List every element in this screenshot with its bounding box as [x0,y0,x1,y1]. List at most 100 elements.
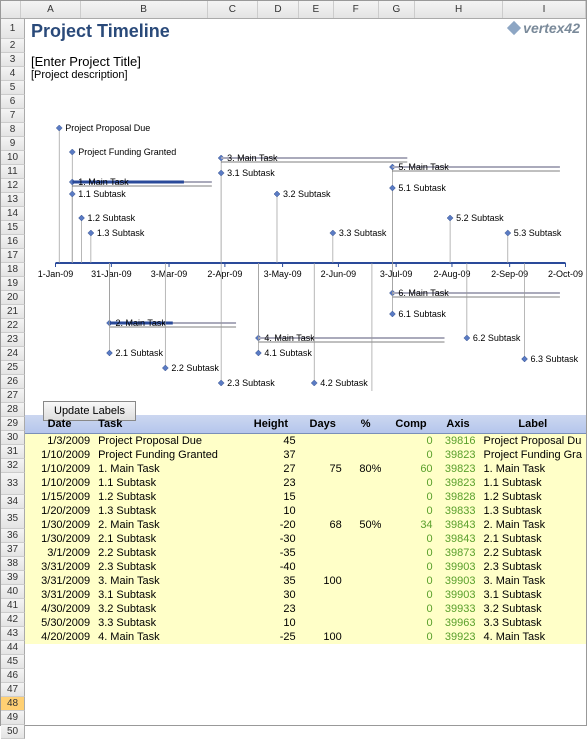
table-header[interactable]: Task [94,415,242,433]
row-header[interactable]: 32 [1,459,25,473]
row-header[interactable]: 13 [1,193,25,207]
svg-text:5. Main Task: 5. Main Task [398,162,449,172]
table-row[interactable]: 4/30/20093.2 Subtask230399333.2 Subtask [25,602,586,616]
svg-text:5.2 Subtask: 5.2 Subtask [456,213,504,223]
column-header[interactable]: I [503,1,586,18]
row-header[interactable]: 28 [1,403,25,417]
table-row[interactable]: 3/31/20093. Main Task351000399033. Main … [25,574,586,588]
row-header[interactable]: 42 [1,613,25,627]
row-header[interactable]: 40 [1,585,25,599]
row-header[interactable]: 7 [1,109,25,123]
row-header[interactable]: 16 [1,235,25,249]
svg-text:2-Apr-09: 2-Apr-09 [207,269,242,279]
row-header[interactable]: 30 [1,431,25,445]
row-header[interactable]: 43 [1,627,25,641]
row-header[interactable]: 4 [1,67,25,81]
row-header[interactable]: 11 [1,165,25,179]
table-row[interactable]: 4/20/20094. Main Task-251000399234. Main… [25,630,586,644]
row-header[interactable]: 20 [1,291,25,305]
row-header[interactable]: 26 [1,375,25,389]
row-header[interactable]: 49 [1,711,25,725]
column-header[interactable]: A [21,1,81,18]
row-header[interactable]: 37 [1,543,25,557]
row-header[interactable]: 23 [1,333,25,347]
row-header[interactable]: 29 [1,417,25,431]
row-header[interactable]: 38 [1,557,25,571]
table-row[interactable]: 3/31/20093.1 Subtask300399033.1 Subtask [25,588,586,602]
table-row[interactable]: 1/20/20091.3 Subtask100398331.3 Subtask [25,504,586,518]
row-header[interactable]: 48 [1,697,25,711]
row-header[interactable]: 9 [1,137,25,151]
svg-text:2. Main Task: 2. Main Task [115,318,166,328]
table-header[interactable]: Comp [385,415,436,433]
row-header[interactable]: 39 [1,571,25,585]
project-description-placeholder[interactable]: [Project description] [25,69,586,81]
table-row[interactable]: 1/15/20091.2 Subtask150398281.2 Subtask [25,490,586,504]
data-table[interactable]: DateTaskHeightDays%CompAxisLabel 1/3/200… [25,415,586,644]
row-header[interactable]: 14 [1,207,25,221]
column-header[interactable]: H [415,1,503,18]
table-header[interactable]: Days [300,415,346,433]
table-row[interactable]: 1/10/2009Project Funding Granted37039823… [25,448,586,462]
table-header[interactable]: Axis [437,415,480,433]
table-row[interactable]: 1/30/20092.1 Subtask-300398432.1 Subtask [25,532,586,546]
column-header[interactable]: D [258,1,299,18]
table-row[interactable]: 1/10/20091.1 Subtask230398231.1 Subtask [25,476,586,490]
row-header[interactable]: 35 [1,509,25,529]
row-header[interactable]: 8 [1,123,25,137]
row-header[interactable]: 27 [1,389,25,403]
row-header[interactable]: 24 [1,347,25,361]
row-header[interactable]: 36 [1,529,25,543]
svg-text:6. Main Task: 6. Main Task [398,288,449,298]
column-header[interactable]: C [208,1,259,18]
table-header[interactable]: Label [480,415,586,433]
row-header[interactable]: 50 [1,725,25,739]
table-header[interactable]: Height [242,415,299,433]
row-header[interactable]: 17 [1,249,25,263]
svg-text:2.2 Subtask: 2.2 Subtask [171,363,219,373]
row-header[interactable]: 34 [1,495,25,509]
table-row[interactable]: 1/10/20091. Main Task277580%60398231. Ma… [25,462,586,476]
table-row[interactable]: 5/30/20093.3 Subtask100399633.3 Subtask [25,616,586,630]
svg-text:1-Jan-09: 1-Jan-09 [38,269,74,279]
row-header[interactable]: 45 [1,655,25,669]
row-header[interactable]: 12 [1,179,25,193]
svg-text:31-Jan-09: 31-Jan-09 [91,269,132,279]
row-header[interactable]: 19 [1,277,25,291]
row-header[interactable]: 5 [1,81,25,95]
row-header[interactable]: 44 [1,641,25,655]
svg-text:4. Main Task: 4. Main Task [264,333,315,343]
timeline-chart: 1-Jan-0931-Jan-093-Mar-092-Apr-093-May-0… [25,83,586,391]
svg-text:1.2 Subtask: 1.2 Subtask [88,213,136,223]
row-header[interactable]: 47 [1,683,25,697]
row-header[interactable]: 3 [1,53,25,67]
row-header[interactable]: 6 [1,95,25,109]
row-header[interactable]: 2 [1,39,25,53]
svg-text:3.2 Subtask: 3.2 Subtask [283,189,331,199]
svg-text:3. Main Task: 3. Main Task [227,153,278,163]
table-row[interactable]: 1/3/2009Project Proposal Due45039816Proj… [25,433,586,448]
project-title-placeholder[interactable]: [Enter Project Title] [25,54,586,69]
table-row[interactable]: 1/30/20092. Main Task-206850%34398432. M… [25,518,586,532]
row-header[interactable]: 25 [1,361,25,375]
row-header[interactable]: 18 [1,263,25,277]
row-header[interactable]: 41 [1,599,25,613]
svg-text:4.2 Subtask: 4.2 Subtask [320,378,368,388]
svg-text:2-Oct-09: 2-Oct-09 [548,269,583,279]
row-header[interactable]: 33 [1,473,25,495]
row-header[interactable]: 1 [1,19,25,39]
svg-text:5.1 Subtask: 5.1 Subtask [398,183,446,193]
row-header[interactable]: 31 [1,445,25,459]
column-header[interactable]: B [81,1,208,18]
row-header[interactable]: 46 [1,669,25,683]
column-header[interactable]: G [379,1,416,18]
row-header[interactable]: 15 [1,221,25,235]
row-header[interactable]: 21 [1,305,25,319]
row-header[interactable]: 10 [1,151,25,165]
table-row[interactable]: 3/31/20092.3 Subtask-400399032.3 Subtask [25,560,586,574]
row-header[interactable]: 22 [1,319,25,333]
column-header[interactable]: E [299,1,334,18]
table-row[interactable]: 3/1/20092.2 Subtask-350398732.2 Subtask [25,546,586,560]
column-header[interactable]: F [334,1,379,18]
table-header[interactable]: % [346,415,386,433]
